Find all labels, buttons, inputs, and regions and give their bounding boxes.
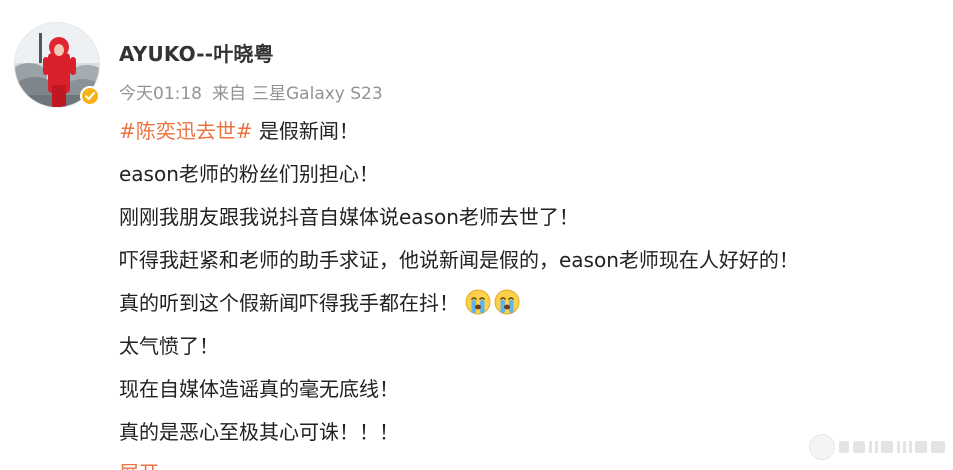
content-line: eason老师的粉丝们别担心！ [119, 162, 379, 186]
post-content: #陈奕迅去世# 是假新闻！ eason老师的粉丝们别担心！ 刚刚我朋友跟我说抖音… [119, 115, 949, 459]
watermark-mark-icon [839, 441, 945, 453]
verified-badge-icon [80, 86, 100, 106]
crying-face-icon [465, 289, 491, 324]
content-line: #陈奕迅去世# 是假新闻！ [119, 115, 949, 158]
content-line: 真的听到这个假新闻吓得我手都在抖！ [119, 287, 949, 330]
watermark-logo-icon [809, 434, 835, 460]
post-meta: 今天01:18 来自 三星Galaxy S23 [119, 79, 393, 104]
post-device: 三星Galaxy S23 [252, 84, 383, 104]
weibo-post: AYUKO--叶晓粤 今天01:18 来自 三星Galaxy S23 #陈奕迅去世#… [0, 0, 953, 470]
content-line: 刚刚我朋友跟我说抖音自媒体说eason老师去世了！ [119, 205, 579, 229]
author-name[interactable]: AYUKO--叶晓粤 [119, 38, 274, 67]
expand-link[interactable]: 展开 [119, 461, 159, 470]
content-text: 真的听到这个假新闻吓得我手都在抖！ [119, 291, 459, 315]
topic-link[interactable]: #陈奕迅去世# [119, 119, 253, 143]
crying-face-icon [494, 289, 520, 324]
author-avatar-container[interactable] [14, 22, 100, 108]
post-time[interactable]: 今天01:18 [119, 84, 202, 104]
source-prefix: 来自 [212, 84, 246, 104]
content-line: 现在自媒体造谣真的毫无底线！ [119, 377, 399, 401]
watermark [809, 434, 947, 460]
content-text: 是假新闻！ [252, 119, 359, 143]
content-line: 吓得我赶紧和老师的助手求证，他说新闻是假的，eason老师现在人好好的！ [119, 248, 799, 272]
content-line: 太气愤了！ [119, 334, 219, 358]
